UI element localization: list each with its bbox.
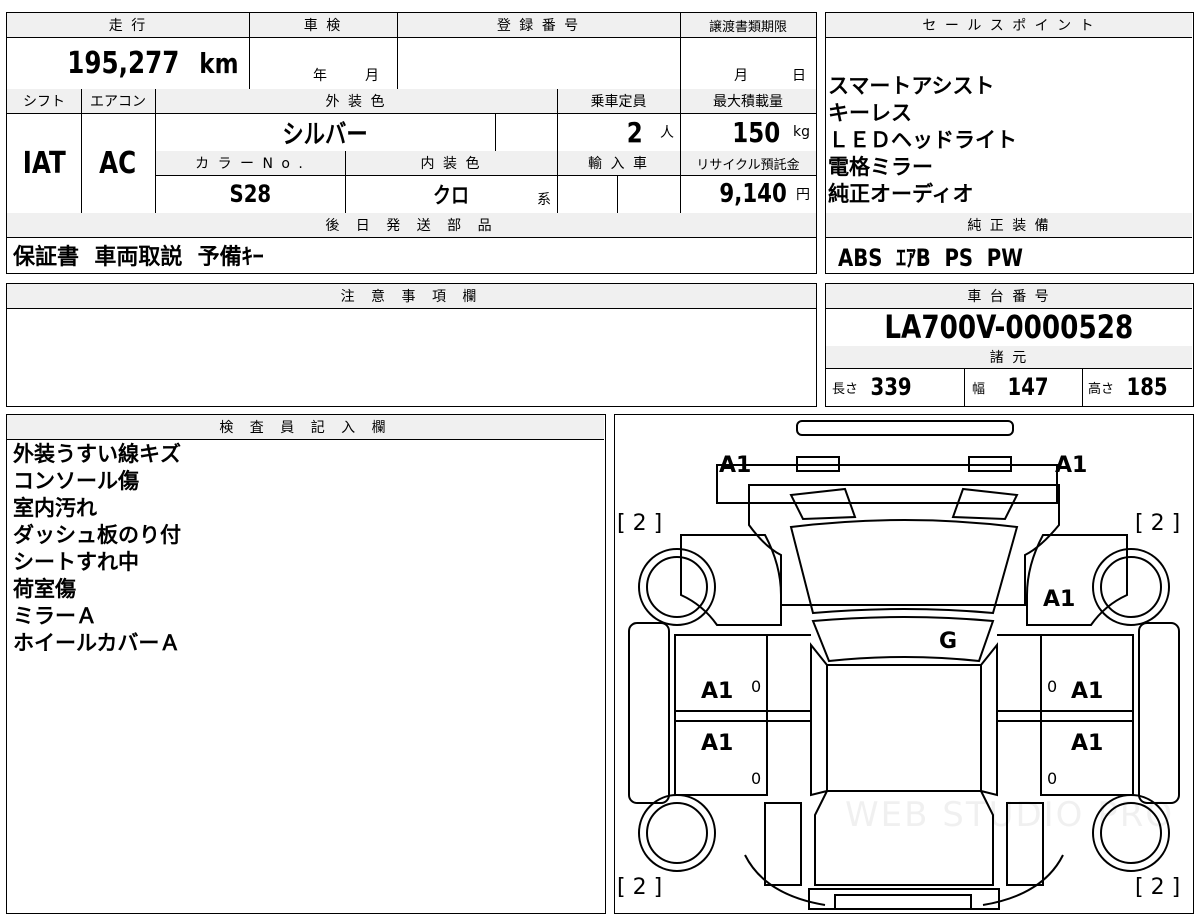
mileage-value: 195,277 km bbox=[66, 45, 239, 81]
tire-bracket-top-right: [ 2 ] bbox=[1135, 511, 1181, 536]
import-header: 輸 入 車 bbox=[557, 151, 680, 175]
sales-points-header: セ ー ル ス ポ イ ン ト bbox=[826, 13, 1192, 37]
chassis-panel: 車 台 番 号 LA700V-0000528 諸 元 長さ 339 幅 147 … bbox=[825, 283, 1194, 407]
inspector-note-line: 室内汚れ bbox=[13, 496, 97, 520]
inspector-panel: 検 査 員 記 入 欄 外装うすい線キズ コンソール傷 室内汚れダッシュ板のり付 シー… bbox=[6, 414, 606, 914]
tire-bracket-bottom-right: [ 2 ] bbox=[1135, 875, 1181, 900]
tire-bracket-top-left: [ 2 ] bbox=[617, 511, 663, 536]
equipment-header: 純 正 装 備 bbox=[826, 213, 1192, 237]
inspector-note-line: 荷室傷 bbox=[13, 577, 76, 601]
equipment-value: ABS ｴｱB PS PW bbox=[838, 243, 1023, 272]
zero-mark-3: 0 bbox=[751, 769, 762, 788]
damage-diagram: A1 A1 A1 G A1 A1 A1 A1 [ 2 ] [ 2 ] [ 2 ]… bbox=[614, 414, 1194, 914]
inspector-note-line: シートすれ中 bbox=[13, 550, 139, 574]
sales-points-list: スマートアシスト キーレス ＬＥＤヘッドライト 電格ミラー純正オーディオ bbox=[828, 73, 1188, 208]
inspector-notes: 外装うすい線キズ コンソール傷 室内汚れダッシュ板のり付 シートすれ中 荷室傷ミラーＡ ホ… bbox=[7, 441, 597, 657]
interior-color-header: 内 装 色 bbox=[345, 151, 557, 175]
aircon-value: AC bbox=[99, 145, 137, 181]
inspector-note-line: ミラーＡ bbox=[13, 604, 97, 628]
shift-header: シフト bbox=[7, 89, 81, 113]
inspector-note-line: 外装うすい線キズ bbox=[13, 442, 181, 466]
transfer-deadline-header: 譲渡書類期限 bbox=[680, 13, 816, 37]
height-cell: 高さ 185 bbox=[1088, 373, 1168, 401]
damage-door-rear-right: A1 bbox=[1071, 731, 1104, 756]
caution-header: 注 意 事 項 欄 bbox=[7, 284, 816, 308]
damage-door-rear-left: A1 bbox=[701, 731, 734, 756]
damage-door-front-right: A1 bbox=[1071, 679, 1104, 704]
width-cell: 幅 147 bbox=[972, 373, 1049, 401]
zero-mark-1: 0 bbox=[751, 677, 762, 696]
inspector-note-line: ダッシュ板のり付 bbox=[13, 523, 181, 547]
damage-door-front-left: A1 bbox=[701, 679, 734, 704]
inspector-note-line: コンソール傷 bbox=[13, 469, 139, 493]
recycle-header: リサイクル預託金 bbox=[680, 151, 816, 175]
sales-point-item: 純正オーディオ bbox=[828, 182, 974, 206]
zero-mark-2: 0 bbox=[1047, 677, 1058, 696]
sales-points-panel: セ ー ル ス ポ イ ン ト スマートアシスト キーレス ＬＥＤヘッドライト 電格ミ… bbox=[825, 12, 1194, 274]
sales-point-item: スマートアシスト bbox=[828, 74, 995, 98]
shift-value: IAT bbox=[22, 145, 66, 181]
zero-mark-4: 0 bbox=[1047, 769, 1058, 788]
registration-header: 登 録 番 号 bbox=[397, 13, 680, 37]
exterior-color-header: 外 装 色 bbox=[155, 89, 557, 113]
later-parts-header: 後 日 発 送 部 品 bbox=[7, 213, 816, 237]
dims-header: 諸 元 bbox=[826, 346, 1192, 368]
transfer-deadline-value: 月 日 bbox=[734, 68, 806, 84]
max-load-value: 150 kg bbox=[731, 115, 810, 149]
capacity-header: 乗車定員 bbox=[557, 89, 680, 113]
exterior-color-value: シルバー bbox=[282, 119, 368, 150]
damage-windshield: G bbox=[939, 629, 958, 654]
inspection-value: 年 月 bbox=[313, 68, 379, 84]
capacity-value: 2 人 bbox=[626, 115, 674, 149]
color-no-header: カ ラ ー N o . bbox=[155, 151, 345, 175]
chassis-number: LA700V-0000528 bbox=[884, 308, 1134, 346]
later-parts-value: 保証書 車両取説 予備ｷｰ bbox=[13, 245, 264, 270]
inspector-header: 検 査 員 記 入 欄 bbox=[7, 415, 604, 439]
mileage-header: 走 行 bbox=[7, 13, 249, 37]
caution-panel: 注 意 事 項 欄 bbox=[6, 283, 817, 407]
inspection-header: 車 検 bbox=[249, 13, 397, 37]
sales-point-item: キーレス bbox=[828, 101, 912, 125]
aircon-header: エアコン bbox=[81, 89, 155, 113]
chassis-header: 車 台 番 号 bbox=[826, 284, 1192, 308]
interior-color-value: クロ 系 bbox=[432, 184, 551, 209]
length-cell: 長さ 339 bbox=[832, 373, 912, 401]
damage-front-right: A1 bbox=[1055, 453, 1088, 478]
recycle-value: 9,140 円 bbox=[719, 179, 810, 209]
inspector-note-line: ホイールカバーＡ bbox=[13, 631, 181, 655]
sales-point-item: 電格ミラー bbox=[828, 155, 933, 179]
tire-bracket-bottom-left: [ 2 ] bbox=[617, 875, 663, 900]
sales-point-item: ＬＥＤヘッドライト bbox=[828, 128, 1017, 152]
max-load-header: 最大積載量 bbox=[680, 89, 816, 113]
color-no-value: S28 bbox=[229, 180, 271, 208]
spec-table: 走 行 車 検 登 録 番 号 譲渡書類期限 195,277 km 年 月 月 … bbox=[6, 12, 817, 274]
damage-fender-right: A1 bbox=[1043, 587, 1076, 612]
watermark: WEB STUDIO PRO bbox=[845, 795, 1175, 835]
car-outline bbox=[628, 420, 1180, 910]
damage-front-left: A1 bbox=[719, 453, 752, 478]
